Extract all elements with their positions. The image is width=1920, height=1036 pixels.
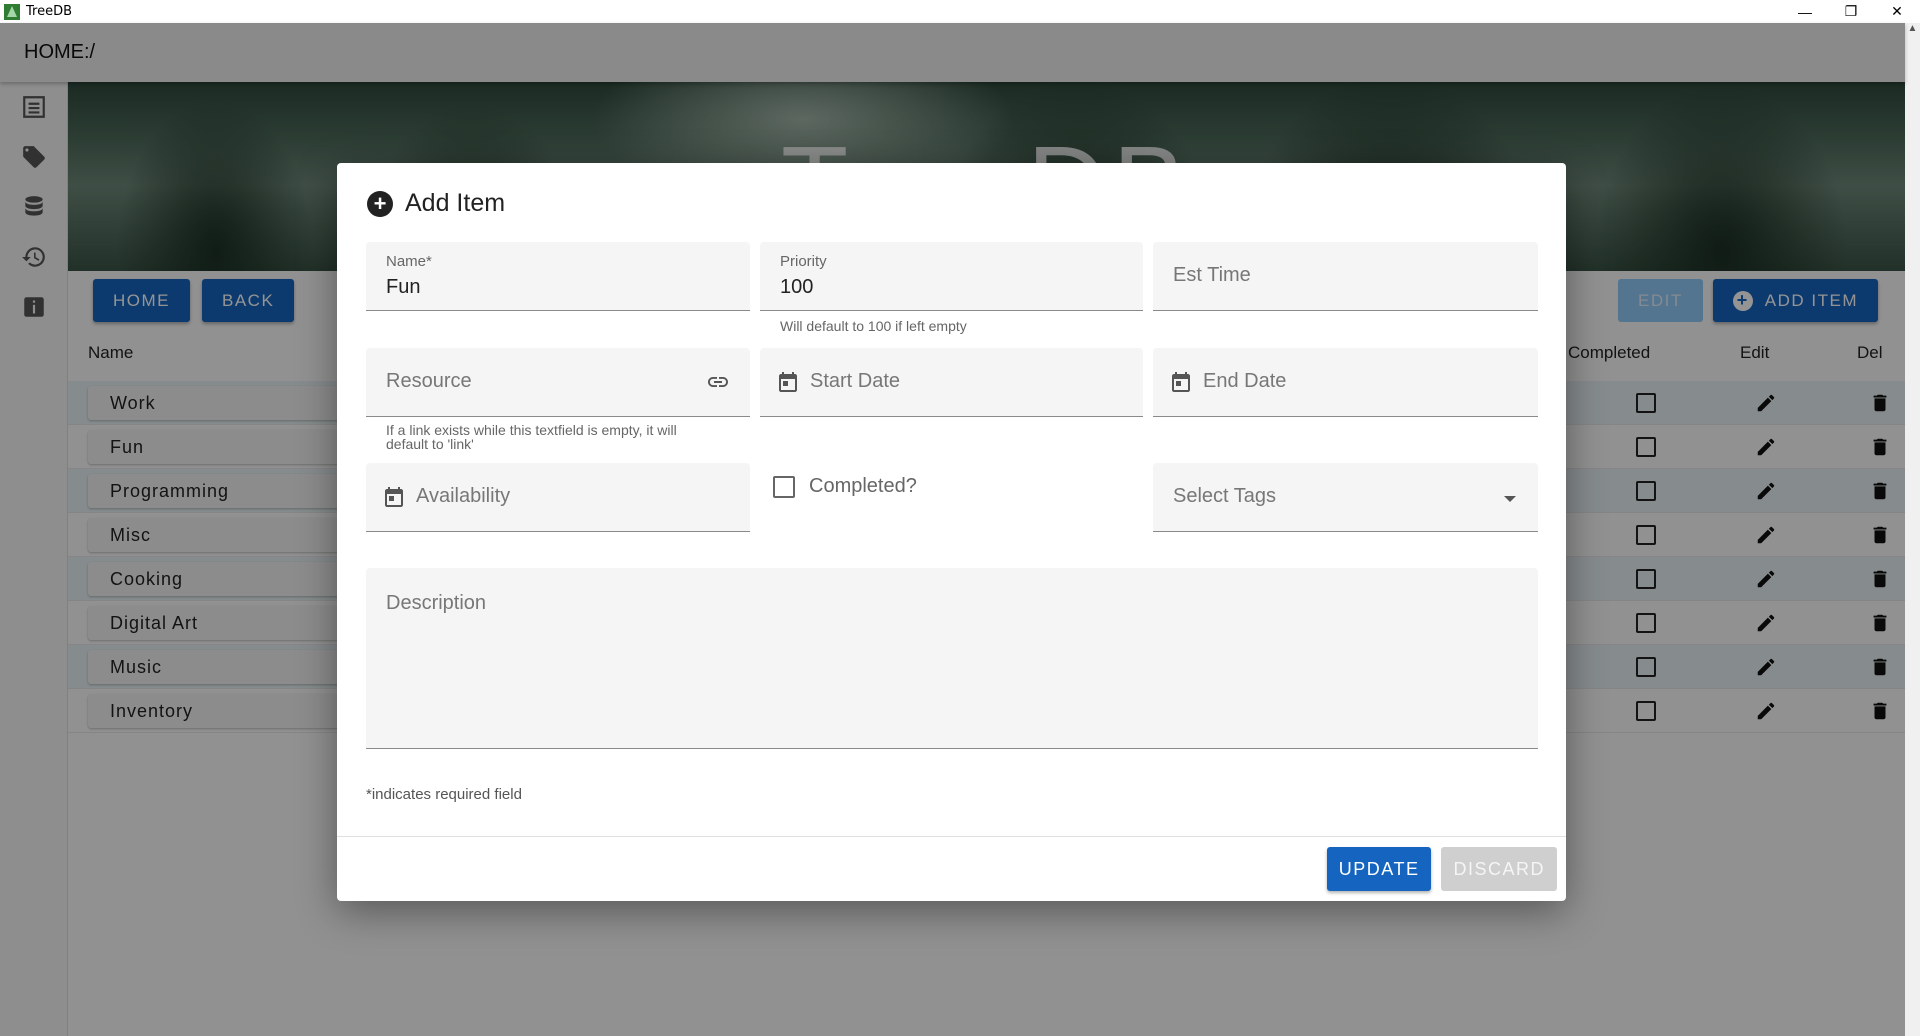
tree-icon	[4, 3, 20, 20]
priority-value: 100	[780, 276, 814, 298]
resource-field[interactable]: Resource	[366, 348, 750, 417]
priority-label: Priority	[780, 253, 827, 270]
link-icon[interactable]	[706, 370, 730, 394]
close-button[interactable]: ✕	[1874, 0, 1920, 23]
name-field[interactable]: Name* Fun	[366, 242, 750, 311]
description-placeholder: Description	[386, 592, 487, 614]
start-date-field[interactable]: Start Date	[760, 348, 1143, 417]
resource-placeholder: Resource	[386, 370, 472, 392]
calendar-icon	[385, 487, 403, 507]
start-date-placeholder: Start Date	[810, 370, 901, 392]
discard-button[interactable]: DISCARD	[1441, 847, 1557, 891]
availability-field[interactable]: Availability	[366, 463, 750, 532]
end-date-field[interactable]: End Date	[1153, 348, 1538, 417]
vertical-scrollbar[interactable]: ▲	[1905, 23, 1920, 1036]
name-value: Fun	[386, 276, 421, 298]
checkbox-square[interactable]	[773, 475, 795, 498]
est-time-placeholder: Est Time	[1173, 264, 1251, 286]
restore-button[interactable]: ❐	[1828, 0, 1874, 23]
est-time-field[interactable]: Est Time	[1153, 242, 1538, 311]
required-note: *indicates required field	[366, 786, 522, 803]
calendar-icon	[1172, 372, 1190, 392]
scroll-up-icon[interactable]: ▲	[1905, 23, 1920, 34]
calendar-icon	[779, 372, 797, 392]
resource-helper-line1: If a link exists while this textfield is…	[386, 422, 677, 438]
dialog-title: Add Item	[405, 189, 506, 217]
minimize-button[interactable]: —	[1782, 0, 1828, 23]
add-circle-icon: +	[367, 190, 393, 217]
resource-helper-line2: default to 'link'	[386, 436, 474, 452]
window-title-bar: TreeDB — ❐ ✕	[0, 0, 1920, 23]
dialog-divider	[337, 836, 1566, 837]
description-field[interactable]: Description	[366, 568, 1538, 749]
completed-checkbox[interactable]: Completed?	[773, 475, 917, 498]
dropdown-arrow-icon[interactable]	[1504, 496, 1516, 502]
add-item-dialog: + Add Item Name* Fun Priority 100 Will d…	[337, 163, 1566, 901]
update-button[interactable]: UPDATE	[1326, 847, 1432, 891]
end-date-placeholder: End Date	[1203, 370, 1287, 392]
priority-field[interactable]: Priority 100	[760, 242, 1143, 311]
availability-placeholder: Availability	[416, 485, 511, 507]
window-title: TreeDB	[26, 4, 73, 19]
priority-helper: Will default to 100 if left empty	[780, 318, 967, 334]
completed-label: Completed?	[809, 475, 917, 497]
name-label: Name*	[386, 253, 432, 270]
tags-select[interactable]: Select Tags	[1153, 463, 1538, 532]
tags-placeholder: Select Tags	[1173, 485, 1277, 507]
